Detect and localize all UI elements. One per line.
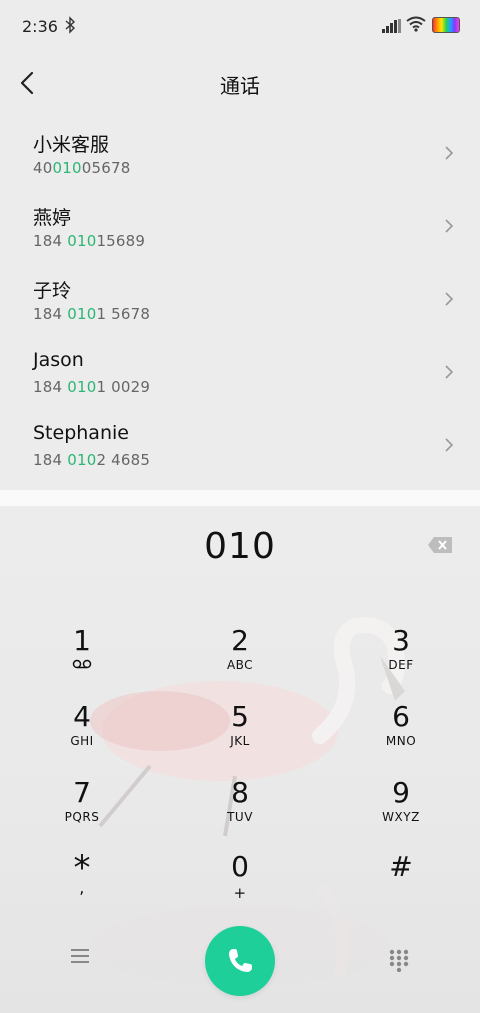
dialer-panel: 010 1 2 ABC 3 DEF 4 GHI 5 JKL 6 MNO 7 PQ… — [0, 506, 480, 1013]
key-3[interactable]: 3 DEF — [346, 626, 456, 692]
key-8[interactable]: 8 TUV — [185, 778, 295, 844]
number-match: 010 — [52, 159, 82, 177]
contact-name: 子玲 — [33, 280, 72, 302]
number-match: 010 — [67, 451, 97, 469]
key-1[interactable]: 1 — [27, 626, 137, 692]
contact-number: 4001005678 — [33, 159, 131, 177]
contact-name: Stephanie — [33, 422, 129, 444]
chevron-right-icon — [445, 146, 454, 160]
contact-row[interactable]: 小米客服 4001005678 — [0, 118, 480, 191]
header: 通话 — [0, 52, 480, 116]
number-match: 010 — [67, 305, 97, 323]
chevron-right-icon — [445, 365, 454, 379]
dialpad-icon[interactable] — [388, 948, 410, 972]
phone-icon — [229, 949, 252, 972]
section-divider — [0, 490, 480, 506]
contact-row[interactable]: 燕婷 184 01015689 — [0, 191, 480, 264]
contact-number: 184 0101 0029 — [33, 378, 151, 396]
entered-number: 010 — [204, 526, 276, 567]
contact-row[interactable]: 子玲 184 0101 5678 — [0, 264, 480, 337]
key-2[interactable]: 2 ABC — [185, 626, 295, 692]
contact-name: 小米客服 — [33, 134, 110, 156]
key-star[interactable]: * , — [27, 851, 137, 918]
key-4[interactable]: 4 GHI — [27, 702, 137, 768]
contact-name: Jason — [33, 349, 84, 371]
page-title: 通话 — [220, 74, 260, 98]
contact-row[interactable]: Stephanie 184 0102 4685 — [0, 410, 480, 483]
key-7[interactable]: 7 PQRS — [27, 778, 137, 844]
contact-row[interactable]: Jason 184 0101 0029 — [0, 337, 480, 410]
call-button[interactable] — [205, 926, 275, 996]
status-bar: 2:36 — [0, 0, 480, 52]
chevron-right-icon — [445, 438, 454, 452]
number-match: 010 — [67, 232, 97, 250]
key-0[interactable]: 0 + — [185, 852, 295, 918]
bluetooth-icon — [65, 16, 76, 34]
contact-list: 小米客服 4001005678 燕婷 184 01015689 子玲 184 0… — [0, 118, 480, 483]
signal-icon — [382, 19, 401, 33]
battery-icon — [432, 17, 460, 33]
contact-number: 184 0102 4685 — [33, 451, 151, 469]
menu-icon[interactable] — [68, 946, 94, 966]
contact-number: 184 01015689 — [33, 232, 146, 250]
status-time: 2:36 — [22, 17, 58, 36]
wifi-icon — [406, 16, 426, 32]
contact-name: 燕婷 — [33, 207, 72, 229]
key-5[interactable]: 5 JKL — [185, 702, 295, 768]
chevron-right-icon — [445, 219, 454, 233]
key-6[interactable]: 6 MNO — [346, 702, 456, 768]
chevron-right-icon — [445, 292, 454, 306]
key-9[interactable]: 9 WXYZ — [346, 778, 456, 844]
voicemail-icon — [27, 658, 137, 672]
number-match: 010 — [67, 378, 97, 396]
contact-number: 184 0101 5678 — [33, 305, 151, 323]
key-hash[interactable]: # — [346, 852, 456, 918]
backspace-icon[interactable] — [427, 536, 453, 554]
